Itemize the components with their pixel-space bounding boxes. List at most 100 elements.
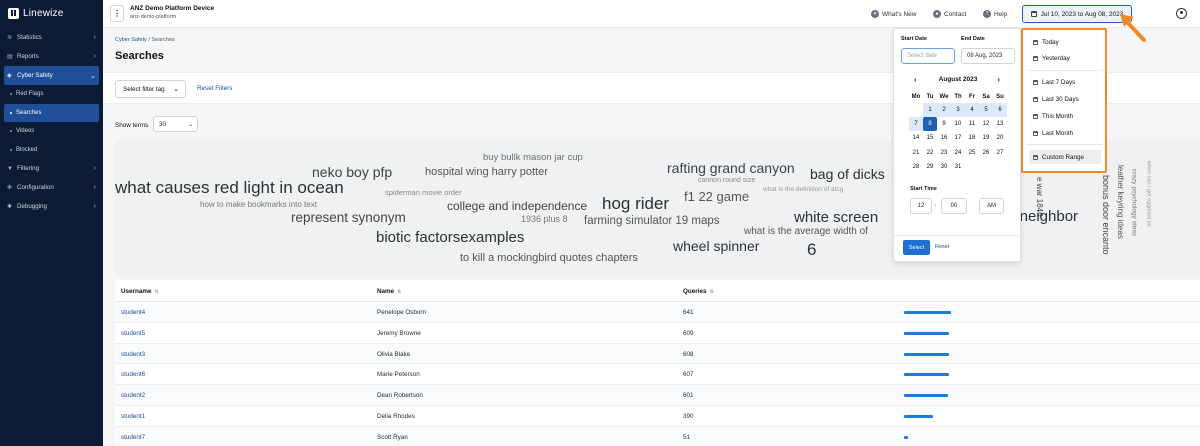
sidebar-subitem-searches[interactable]: Searches: [4, 103, 99, 122]
cloud-word[interactable]: how to make bookmarks into text: [200, 201, 317, 209]
minute-input[interactable]: 00: [941, 198, 967, 214]
cloud-word[interactable]: what is the average width of: [744, 227, 868, 237]
username-link[interactable]: student1: [121, 413, 145, 420]
cloud-word[interactable]: 1936 plus 8: [521, 215, 568, 224]
cloud-word[interactable]: college and independence: [447, 200, 587, 212]
next-month-button[interactable]: ›: [997, 75, 1000, 84]
calendar-day[interactable]: 10: [951, 117, 965, 131]
ampm-toggle[interactable]: AM: [979, 198, 1004, 214]
sidebar-subitem-red-flags[interactable]: Red Flags: [0, 85, 103, 104]
range-option-last-month[interactable]: Last Month: [1029, 126, 1101, 140]
cloud-word[interactable]: rafting grand canyon: [667, 161, 795, 175]
calendar-day[interactable]: 6: [993, 103, 1007, 118]
contact-link[interactable]: ● Contact: [933, 10, 966, 18]
column-header-username[interactable]: Username ⇅: [121, 288, 159, 295]
calendar-day[interactable]: 3: [951, 103, 965, 118]
select-date-button[interactable]: Select: [903, 240, 930, 255]
range-option-today[interactable]: Today: [1029, 35, 1101, 49]
calendar-day[interactable]: 12: [979, 117, 993, 131]
cloud-word[interactable]: hospital wing harry potter: [425, 167, 548, 178]
calendar-day[interactable]: 25: [965, 146, 979, 160]
calendar-day[interactable]: 2: [937, 103, 951, 118]
calendar-day[interactable]: 15: [923, 131, 937, 145]
username-link[interactable]: student6: [121, 371, 145, 378]
range-option-last-7-days[interactable]: Last 7 Days: [1029, 75, 1101, 89]
sidebar-subitem-videos[interactable]: Videos: [0, 122, 103, 141]
cloud-word[interactable]: leather keyring ideas: [1116, 165, 1125, 239]
calendar-day[interactable]: 27: [993, 146, 1007, 160]
calendar-day[interactable]: 21: [909, 146, 923, 160]
cloud-word[interactable]: neko boy pfp: [312, 165, 392, 179]
calendar-day[interactable]: 23: [937, 146, 951, 160]
cloud-word[interactable]: what causes red light in ocean: [115, 179, 344, 196]
calendar-day[interactable]: 8: [923, 117, 937, 132]
range-option-this-month[interactable]: This Month: [1029, 109, 1101, 123]
sidebar-item-reports[interactable]: ▤ Reports ›: [0, 47, 103, 66]
cloud-word[interactable]: represent synonym: [291, 211, 406, 225]
username-link[interactable]: student2: [121, 392, 145, 399]
cloud-word[interactable]: what is the definition of atcg: [763, 186, 843, 194]
username-link[interactable]: student5: [121, 330, 145, 337]
sidebar-item-cyber-safety[interactable]: ◈ Cyber Safety ⌄: [4, 66, 99, 85]
cloud-word[interactable]: to kill a mockingbird quotes chapters: [460, 253, 638, 264]
sidebar-subitem-blocked[interactable]: Blocked: [0, 141, 103, 160]
user-account-icon[interactable]: [1176, 8, 1187, 19]
calendar-day[interactable]: 5: [979, 103, 993, 118]
username-link[interactable]: student3: [121, 351, 145, 358]
calendar-day[interactable]: 13: [993, 117, 1007, 131]
calendar-day[interactable]: 22: [923, 146, 937, 160]
calendar-day[interactable]: 4: [965, 103, 979, 118]
help-link[interactable]: ? Help: [983, 10, 1007, 18]
reset-filters-link[interactable]: Reset Filters: [197, 85, 232, 92]
cloud-word[interactable]: f1 22 game: [684, 190, 749, 203]
cloud-word[interactable]: crazy psychology ideas: [1130, 169, 1138, 236]
calendar-day[interactable]: 1: [923, 103, 937, 118]
calendar-day[interactable]: 20: [993, 131, 1007, 145]
cloud-word[interactable]: bonus door encanto: [1101, 175, 1111, 255]
date-range-button[interactable]: Jul 10, 2023 to Aug 08, 2023: [1022, 5, 1132, 23]
calendar-day[interactable]: 7: [909, 117, 923, 132]
cloud-word[interactable]: bag of dicks: [810, 167, 885, 181]
calendar-day[interactable]: 31: [951, 160, 965, 174]
calendar-day[interactable]: 14: [909, 131, 923, 145]
cloud-word[interactable]: 6: [807, 241, 816, 258]
calendar-day[interactable]: 24: [951, 146, 965, 160]
cloud-word[interactable]: farming simulator 19 maps: [584, 215, 720, 228]
start-date-input[interactable]: Select date: [901, 48, 955, 64]
cloud-word[interactable]: buy bullk mason jar cup: [483, 153, 583, 163]
calendar-day[interactable]: 26: [979, 146, 993, 160]
sidebar-item-debugging[interactable]: ✱ Debugging ›: [0, 197, 103, 216]
username-link[interactable]: student4: [121, 309, 145, 316]
calendar-day[interactable]: 18: [965, 131, 979, 145]
end-date-input[interactable]: 08 Aug, 2023: [961, 48, 1015, 64]
prev-month-button[interactable]: ‹: [914, 75, 917, 84]
calendar-day[interactable]: 17: [951, 131, 965, 145]
cloud-word[interactable]: wheel spinner: [673, 239, 759, 253]
column-header-name[interactable]: Name ⇅: [377, 288, 401, 295]
range-option-last-30-days[interactable]: Last 30 Days: [1029, 92, 1101, 106]
device-menu-button[interactable]: ⋮: [110, 5, 124, 22]
range-option-yesterday[interactable]: Yesterday: [1029, 51, 1101, 65]
username-link[interactable]: student7: [121, 434, 145, 441]
sidebar-item-filtering[interactable]: ▼ Filtering ›: [0, 159, 103, 178]
calendar-day[interactable]: 9: [937, 117, 951, 131]
calendar-day[interactable]: 30: [937, 160, 951, 174]
column-header-queries[interactable]: Queries ⇅: [683, 288, 714, 295]
cloud-word[interactable]: cannon round size: [698, 177, 755, 184]
breadcrumb-parent[interactable]: Cyber Safety: [115, 37, 147, 43]
range-option-custom-range[interactable]: Custom Range: [1029, 150, 1101, 164]
calendar-day[interactable]: 16: [937, 131, 951, 145]
filter-tag-select[interactable]: Select filter tag ⌄: [115, 80, 186, 98]
cloud-word[interactable]: e war 1846: [1035, 177, 1044, 217]
calendar-day[interactable]: 29: [923, 160, 937, 174]
cloud-word[interactable]: hog rider: [602, 195, 669, 212]
calendar-day[interactable]: 19: [979, 131, 993, 145]
calendar-day[interactable]: 11: [965, 117, 979, 131]
sidebar-item-configuration[interactable]: ✻ Configuration ›: [0, 178, 103, 197]
whats-new-link[interactable]: ✦ What's New: [871, 10, 916, 18]
cloud-word[interactable]: when can i get eggplant on: [1145, 161, 1152, 227]
hour-input[interactable]: 12: [910, 198, 932, 214]
cloud-word[interactable]: spiderman movie order: [385, 189, 462, 197]
reset-date-button[interactable]: Reset: [935, 244, 949, 250]
cloud-word[interactable]: white screen: [794, 210, 878, 225]
